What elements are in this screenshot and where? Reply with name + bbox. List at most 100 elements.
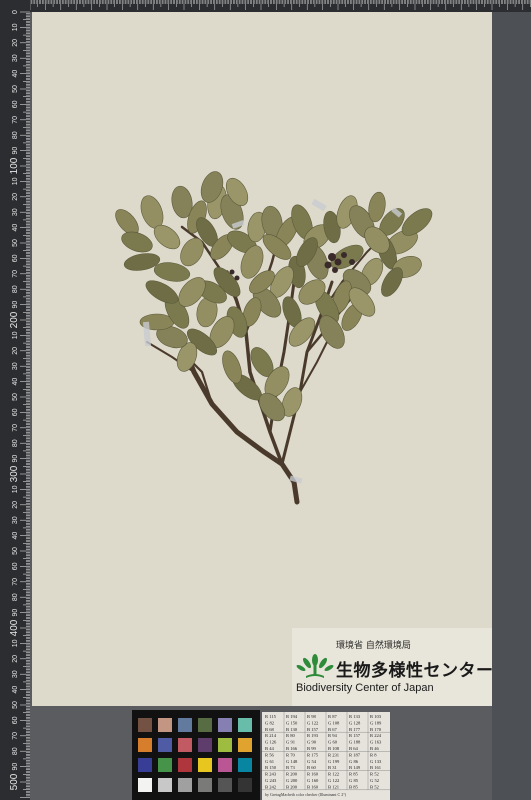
- color-value-cell: B 177: [349, 727, 361, 732]
- ruler-tick-label: 10: [12, 177, 19, 185]
- color-value-cell: G 86: [349, 759, 359, 764]
- color-value-cell: R 194: [286, 714, 298, 719]
- plant-sprout-logo-icon: [296, 654, 334, 678]
- ruler-tick-label: 20: [12, 655, 19, 663]
- color-patch: [178, 778, 192, 792]
- color-patch: [218, 718, 232, 732]
- color-value-cell: B 161: [370, 765, 382, 770]
- color-patch: [238, 718, 252, 732]
- plant-specimen: [115, 171, 433, 505]
- color-value-cell: R 70: [286, 752, 296, 757]
- color-value-cell: R 160: [307, 772, 319, 777]
- color-patch: [238, 738, 252, 752]
- color-patch: [218, 778, 232, 792]
- ruler-tick-label: 500: [9, 773, 20, 790]
- color-patch: [218, 758, 232, 772]
- color-table-caption: by GretagMacbeth color checker (Illumina…: [265, 792, 347, 797]
- color-value-cell: B 73: [286, 765, 296, 770]
- color-patch: [138, 738, 152, 752]
- color-patch: [158, 738, 172, 752]
- top-ruler: [0, 0, 531, 12]
- ruler-tick-label: 70: [12, 578, 19, 586]
- color-value-cell: B 166: [286, 746, 298, 751]
- color-value-cell: R 224: [370, 733, 382, 738]
- ruler-tick-label: 30: [12, 516, 19, 524]
- color-value-cell: B 85: [349, 784, 359, 789]
- color-value-cell: G 122: [328, 778, 340, 783]
- color-value-cell: R 52: [370, 772, 380, 777]
- color-value-cell: G 128: [349, 720, 361, 725]
- center-name-japanese: 生物多様性センター: [336, 661, 494, 681]
- color-value-cell: R 214: [265, 733, 277, 738]
- ruler-tick-label: 200: [9, 311, 20, 328]
- color-value-cell: B 121: [328, 784, 340, 789]
- ministry-text: 環境省 自然環境局: [336, 641, 411, 651]
- ruler-tick-label: 40: [12, 224, 19, 232]
- color-value-cell: G 133: [370, 759, 382, 764]
- background-edge: [492, 0, 531, 800]
- ruler-tick-label: 40: [12, 378, 19, 386]
- ruler-tick-label: 70: [12, 116, 19, 124]
- color-value-cell: B 150: [265, 765, 277, 770]
- ruler-tick-label: 90: [12, 763, 19, 771]
- color-value-cell: B 68: [265, 727, 275, 732]
- ruler-tick-label: 20: [12, 39, 19, 47]
- ruler-tick-label: 10: [12, 485, 19, 493]
- ruler-tick-label: 70: [12, 732, 19, 740]
- ruler-tick-label: 20: [12, 193, 19, 201]
- color-patch: [138, 718, 152, 732]
- color-value-cell: G 85: [349, 778, 359, 783]
- color-value-cell: G 60: [328, 740, 338, 745]
- color-value-cell: G 200: [286, 778, 298, 783]
- color-value-cell: R 85: [349, 772, 359, 777]
- color-patch: [238, 778, 252, 792]
- color-value-cell: G 148: [286, 759, 298, 764]
- ruler-tick-label: 60: [12, 100, 19, 108]
- left-ruler: 0 10 20 30 40 50 60 70 80 90 100 10 20 30 40 50 60 70 80 90…: [0, 0, 30, 800]
- color-value-cell: R 98: [307, 714, 317, 719]
- ruler-scale: 0 10 20 30 40 50 60 70 80 90 100 10 20 30 40 50 60 70 80 90…: [9, 10, 30, 798]
- color-value-cell: B 52: [370, 784, 380, 789]
- color-checker-card: [132, 710, 260, 800]
- ruler-tick-label: 60: [12, 254, 19, 262]
- ruler-tick-label: 400: [9, 619, 20, 636]
- ruler-tick-label: 80: [12, 593, 19, 601]
- color-patch: [178, 758, 192, 772]
- color-value-cell: R 193: [307, 733, 319, 738]
- ruler-tick-label: 60: [12, 716, 19, 724]
- ruler-tick-label: 30: [12, 208, 19, 216]
- color-value-cell: G 108: [328, 720, 340, 725]
- ruler-tick-label: 80: [12, 747, 19, 755]
- color-value-cell: R 103: [370, 714, 382, 719]
- color-value-cell: G 188: [349, 740, 361, 745]
- color-value-cell: B 130: [286, 727, 298, 732]
- ruler-tick-label: 80: [12, 285, 19, 293]
- ruler-tick-label: 40: [12, 532, 19, 540]
- color-value-cell: R 231: [328, 752, 340, 757]
- ruler-tick-label: 300: [9, 465, 20, 482]
- ruler-tick-label: 60: [12, 562, 19, 570]
- color-patch: [158, 758, 172, 772]
- color-value-cell: B 60: [307, 765, 317, 770]
- color-value-cell: G 160: [307, 778, 319, 783]
- color-value-cell: G 91: [286, 740, 296, 745]
- color-value-cell: B 157: [307, 727, 319, 732]
- color-value-cell: R 8: [370, 752, 377, 757]
- color-value-cell: R 157: [349, 733, 361, 738]
- color-value-cell: G 243: [265, 778, 277, 783]
- color-patch: [198, 778, 212, 792]
- ruler-tick-label: 80: [12, 439, 19, 447]
- color-patch: [158, 718, 172, 732]
- color-value-cell: B 67: [328, 727, 338, 732]
- color-patch: [178, 738, 192, 752]
- ruler-tick-label: 80: [12, 131, 19, 139]
- ruler-tick-label: 30: [12, 362, 19, 370]
- color-value-cell: B 149: [349, 765, 361, 770]
- color-value-cell: R 80: [286, 733, 296, 738]
- color-value-cell: G 82: [265, 720, 275, 725]
- ruler-tick-label: 10: [12, 639, 19, 647]
- ruler-tick-label: 60: [12, 408, 19, 416]
- center-name-english: Biodiversity Center of Japan: [296, 682, 434, 694]
- ruler-tick-label: 90: [12, 455, 19, 463]
- ruler-tick-label: 50: [12, 701, 19, 709]
